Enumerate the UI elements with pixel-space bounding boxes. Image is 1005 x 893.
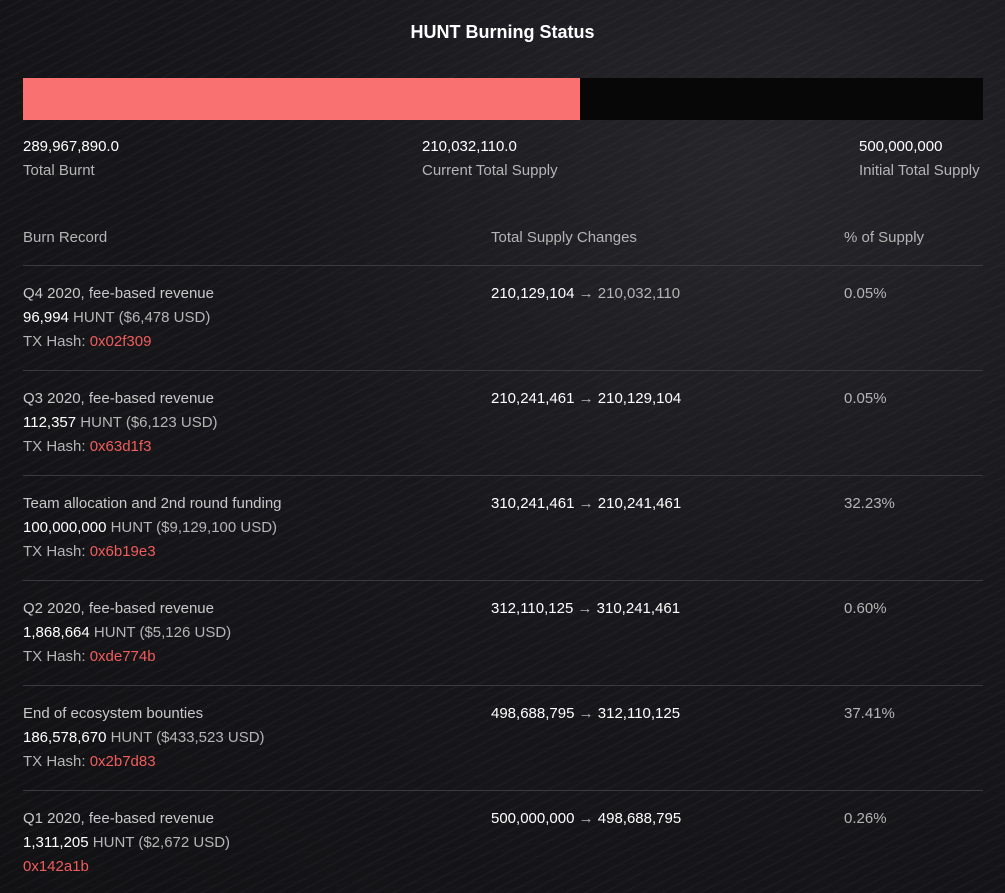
arrow-right-icon: →: [574, 810, 598, 827]
initial-supply-value: 500,000,000: [859, 138, 943, 155]
header-percent-supply: % of Supply: [844, 229, 925, 246]
burn-record-cell: Q4 2020, fee-based revenue 96,994 HUNT (…: [23, 282, 214, 354]
burn-record-cell: End of ecosystem bounties 186,578,670 HU…: [23, 702, 265, 774]
supply-to: 210,129,104: [597, 390, 682, 407]
burn-usd: HUNT ($6,478 USD): [68, 309, 211, 326]
tx-hash-label: TX Hash:: [23, 333, 90, 350]
burn-amount: 186,578,670: [23, 729, 107, 746]
tx-hash-link[interactable]: 0xde774b: [90, 648, 156, 665]
tx-hash-label: TX Hash:: [23, 648, 90, 665]
burn-record-cell: Q2 2020, fee-based revenue 1,868,664 HUN…: [23, 597, 231, 669]
table-row: Q2 2020, fee-based revenue 1,868,664 HUN…: [23, 581, 983, 686]
percent-supply-cell: 37.41%: [844, 705, 895, 722]
total-burnt-label: Total Burnt: [23, 162, 95, 179]
burn-usd: HUNT ($6,123 USD): [76, 414, 218, 431]
tx-hash-label: TX Hash:: [23, 438, 90, 455]
table-row: End of ecosystem bounties 186,578,670 HU…: [23, 686, 983, 791]
table-row: Q1 2020, fee-based revenue 1,311,205 HUN…: [23, 791, 983, 893]
supply-change-cell: 500,000,000 → 498,688,795: [491, 807, 681, 831]
arrow-right-icon: →: [573, 600, 597, 617]
burn-amount: 1,311,205: [23, 834, 89, 851]
burn-table-header: Burn Record Total Supply Changes % of Su…: [23, 229, 983, 266]
percent-supply-cell: 0.05%: [844, 285, 887, 302]
stat-initial-supply: 500,000,000 Initial Total Supply: [859, 135, 980, 183]
current-supply-label: Current Total Supply: [422, 162, 558, 179]
tx-hash-link[interactable]: 0x02f309: [90, 333, 152, 350]
burn-description: End of ecosystem bounties: [23, 705, 204, 722]
burn-progress-bar: [23, 78, 983, 120]
total-burnt-value: 289,967,890.0: [23, 138, 119, 155]
burn-description: Q4 2020, fee-based revenue: [23, 285, 214, 302]
supply-change-cell: 312,110,125 → 310,241,461: [491, 597, 680, 621]
supply-to: 312,110,125: [597, 705, 681, 722]
burn-usd: HUNT ($433,523 USD): [106, 729, 265, 746]
burn-usd: HUNT ($2,672 USD): [88, 834, 231, 851]
supply-to: 210,032,110: [597, 285, 681, 302]
supply-from: 498,688,795: [491, 705, 575, 722]
tx-hash-link[interactable]: 0x2b7d83: [90, 753, 156, 770]
tx-hash-link[interactable]: 0x6b19e3: [90, 543, 156, 560]
burn-amount: 1,868,664: [23, 624, 90, 641]
burn-description: Team allocation and 2nd round funding: [23, 495, 282, 512]
burn-record-cell: Q1 2020, fee-based revenue 1,311,205 HUN…: [23, 807, 230, 879]
tx-hash-link[interactable]: 0x142a1b: [23, 858, 89, 875]
supply-change-cell: 498,688,795 → 312,110,125: [491, 702, 680, 726]
supply-to: 210,241,461: [597, 495, 682, 512]
stat-total-burnt: 289,967,890.0 Total Burnt: [23, 135, 119, 183]
percent-supply-cell: 0.60%: [844, 600, 887, 617]
stat-current-supply: 210,032,110.0 Current Total Supply: [422, 135, 558, 183]
current-supply-value: 210,032,110.0: [422, 138, 517, 155]
burn-record-cell: Team allocation and 2nd round funding 10…: [23, 492, 282, 564]
tx-hash-label: TX Hash:: [23, 543, 90, 560]
arrow-right-icon: →: [574, 390, 598, 407]
burn-progress-fill: [23, 78, 580, 120]
burn-table-body: Q4 2020, fee-based revenue 96,994 HUNT (…: [23, 266, 983, 893]
arrow-right-icon: →: [574, 285, 598, 302]
burn-amount: 100,000,000: [23, 519, 107, 536]
page-title: HUNT Burning Status: [410, 22, 595, 42]
header-supply-changes: Total Supply Changes: [491, 229, 637, 246]
table-row: Q3 2020, fee-based revenue 112,357 HUNT …: [23, 371, 983, 476]
initial-supply-label: Initial Total Supply: [859, 162, 980, 179]
supply-to: 498,688,795: [597, 810, 682, 827]
percent-supply-cell: 0.05%: [844, 390, 887, 407]
supply-change-cell: 310,241,461 → 210,241,461: [491, 492, 681, 516]
percent-supply-cell: 0.26%: [844, 810, 887, 827]
supply-from: 210,129,104: [491, 285, 575, 302]
supply-to: 310,241,461: [596, 600, 681, 617]
supply-change-cell: 210,129,104 → 210,032,110: [491, 282, 680, 306]
supply-from: 500,000,000: [491, 810, 575, 827]
supply-from: 312,110,125: [491, 600, 574, 617]
tx-hash-link[interactable]: 0x63d1f3: [90, 438, 152, 455]
burn-description: Q3 2020, fee-based revenue: [23, 390, 214, 407]
burn-description: Q2 2020, fee-based revenue: [23, 600, 214, 617]
table-row: Team allocation and 2nd round funding 10…: [23, 476, 983, 581]
percent-supply-cell: 32.23%: [844, 495, 895, 512]
arrow-right-icon: →: [574, 705, 598, 722]
table-row: Q4 2020, fee-based revenue 96,994 HUNT (…: [23, 266, 983, 371]
supply-from: 210,241,461: [491, 390, 575, 407]
supply-from: 310,241,461: [491, 495, 575, 512]
burn-usd: HUNT ($5,126 USD): [89, 624, 232, 641]
burn-amount: 112,357: [23, 414, 77, 431]
supply-change-cell: 210,241,461 → 210,129,104: [491, 387, 681, 411]
burn-description: Q1 2020, fee-based revenue: [23, 810, 214, 827]
tx-hash-label: TX Hash:: [23, 753, 90, 770]
burn-amount: 96,994: [23, 309, 69, 326]
arrow-right-icon: →: [574, 495, 598, 512]
header-burn-record: Burn Record: [23, 229, 108, 246]
burn-usd: HUNT ($9,129,100 USD): [106, 519, 278, 536]
burn-record-cell: Q3 2020, fee-based revenue 112,357 HUNT …: [23, 387, 218, 459]
